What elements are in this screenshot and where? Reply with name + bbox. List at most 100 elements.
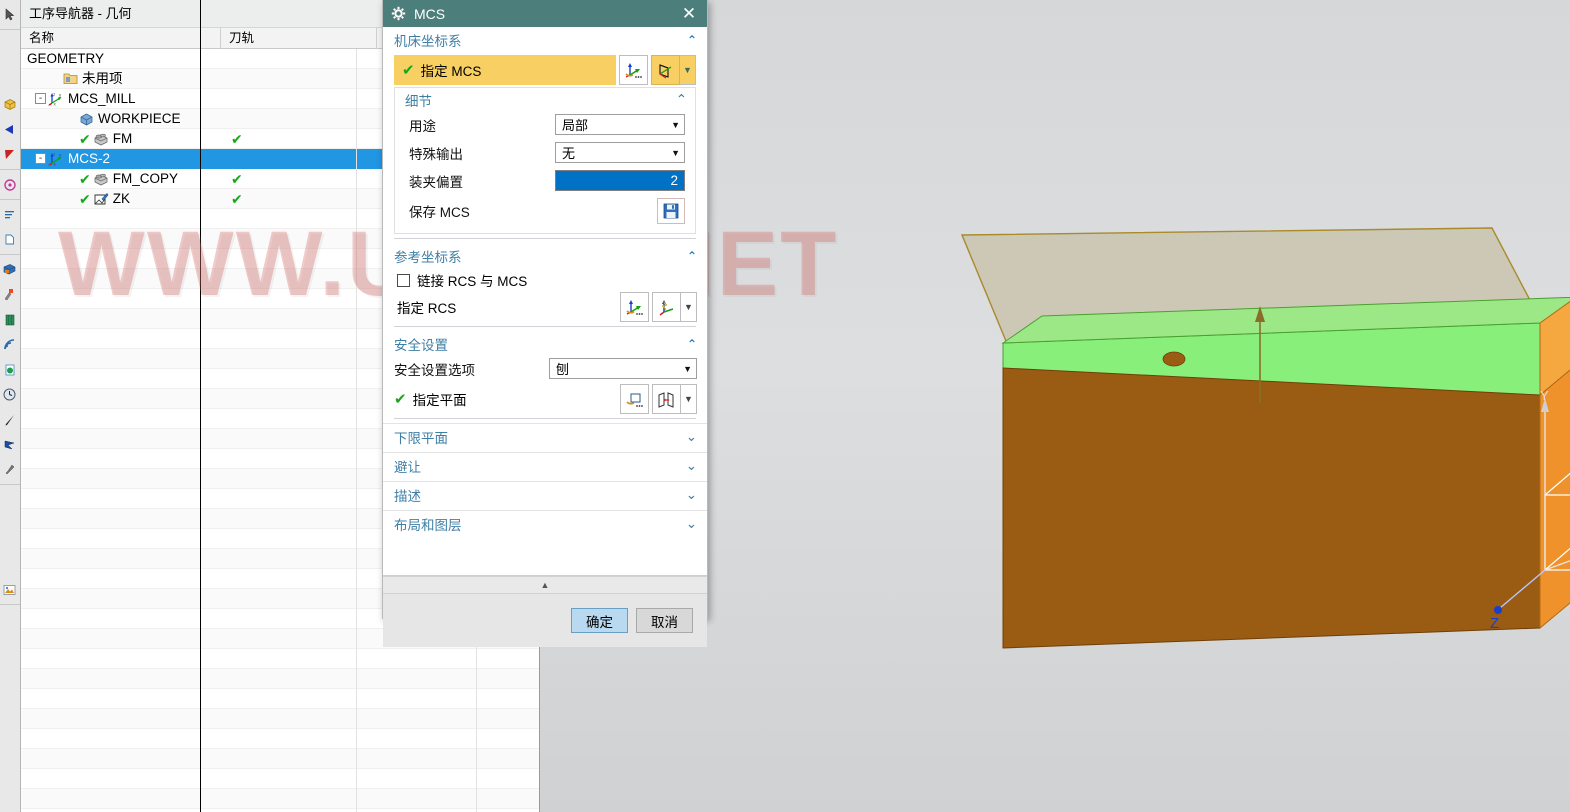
group-header-safety[interactable]: 安全设置 ⌃ [383, 331, 707, 356]
purpose-value: 局部 [562, 118, 589, 133]
check-icon: ✔ [402, 61, 415, 79]
plane-dropdown-caret[interactable]: ▼ [681, 384, 697, 414]
link-rcs-mcs-label: 链接 RCS 与 MCS [417, 274, 528, 289]
group-label-safety: 安全设置 [394, 337, 448, 353]
link-rcs-mcs-checkbox[interactable] [397, 273, 410, 287]
play-left-icon[interactable] [0, 117, 19, 142]
tree-row-empty[interactable] [21, 749, 539, 769]
fixture-offset-label: 装夹偏置 [409, 174, 463, 190]
dialog-title-bar[interactable]: MCS ✕ [383, 0, 707, 27]
block-icon[interactable] [0, 257, 19, 282]
chevron-down-icon: ▼ [671, 147, 680, 158]
tree-row-empty[interactable] [21, 769, 539, 789]
rcs-manipulator-icon[interactable] [652, 292, 681, 322]
safety-option-select[interactable]: 刨 ▼ [549, 358, 697, 379]
plane-dialog-icon[interactable] [620, 384, 649, 414]
chevron-up-icon-safety: ⌃ [686, 336, 697, 351]
image-icon[interactable] [0, 577, 19, 602]
book-icon[interactable] [0, 307, 19, 332]
specify-mcs-field[interactable]: ✔ 指定 MCS [394, 55, 616, 85]
special-output-select[interactable]: 无 ▼ [555, 142, 685, 163]
arrow-icon[interactable] [0, 432, 19, 457]
csys-dialog-icon[interactable] [619, 55, 648, 85]
dialog-resize-handle[interactable]: ▲ [383, 576, 707, 594]
svg-text:z: z [53, 92, 56, 97]
clock-icon[interactable] [0, 382, 19, 407]
tree-row-toolpath: ✔ [221, 189, 377, 209]
tree-row-empty[interactable] [21, 669, 539, 689]
special-output-label: 特殊输出 [409, 146, 463, 162]
detail-header[interactable]: 细节 ⌃ [395, 88, 695, 112]
drill-icon [93, 192, 109, 206]
tree-item-label: GEOMETRY [27, 50, 105, 66]
cube-icon[interactable] [0, 92, 19, 117]
tree-item-label: MCS-2 [68, 150, 111, 166]
globe-icon[interactable] [0, 357, 19, 382]
purpose-select[interactable]: 局部 ▼ [555, 114, 685, 135]
tree-row-empty[interactable] [21, 729, 539, 749]
list-icon[interactable] [0, 202, 19, 227]
chevron-down-icon: ⌄ [685, 458, 697, 473]
check-icon: ✔ [79, 170, 91, 187]
tree-row-name: ✔ FM [21, 129, 221, 149]
specify-rcs-label: 指定 RCS [397, 301, 457, 316]
tree-expander[interactable]: - [35, 93, 46, 104]
cancel-button[interactable]: 取消 [636, 608, 693, 633]
svg-text:z: z [53, 152, 56, 157]
group-label-machine-cs: 机床坐标系 [394, 33, 462, 49]
collapsed-group-0[interactable]: 下限平面 ⌄ [383, 423, 707, 450]
specify-rcs-row: 指定 RCS ▼ [383, 292, 707, 322]
mcs-dropdown-caret[interactable]: ▼ [680, 55, 696, 85]
specify-plane-label-wrap: ✔ 指定平面 [394, 389, 617, 409]
column-header-name[interactable]: 名称 [21, 27, 221, 49]
workpiece-icon [79, 112, 94, 126]
collapsed-groups: 下限平面 ⌄ 避让 ⌄ 描述 ⌄ 布局和图层 ⌄ [383, 423, 707, 537]
group-header-reference-cs[interactable]: 参考坐标系 ⌃ [383, 243, 707, 268]
tree-row-name: ✔ ZK [21, 189, 221, 209]
column-header-toolpath[interactable]: 刀轨 [221, 27, 377, 49]
tree-row-empty[interactable] [21, 689, 539, 709]
group-header-machine-cs[interactable]: 机床坐标系 ⌃ [383, 27, 707, 52]
tool-icon[interactable] [0, 282, 19, 307]
tree-row-toolpath [221, 89, 377, 109]
specify-plane-row: ✔ 指定平面 ▼ [383, 384, 707, 414]
svg-text:y: y [59, 92, 62, 97]
collapsed-group-label: 布局和图层 [394, 518, 462, 533]
tree-expander[interactable]: - [35, 153, 46, 164]
left-toolbar [0, 0, 21, 812]
tree-row-empty[interactable] [21, 789, 539, 809]
special-output-field-row: 特殊输出 无 ▼ [395, 140, 695, 165]
page-icon[interactable] [0, 227, 19, 252]
plane-manipulator-icon[interactable] [652, 384, 681, 414]
flag-icon[interactable] [0, 142, 19, 167]
mcs-dialog[interactable]: MCS ✕ 机床坐标系 ⌃ ✔ 指定 MCS ▼ 细节 ⌃ 用途 局部 ▼ 特殊… [382, 0, 708, 647]
fixture-offset-input[interactable]: 2 [555, 170, 685, 191]
rcs-csys-dialog-icon[interactable] [620, 292, 649, 322]
chevron-up-icon: ⌃ [686, 32, 697, 47]
group-label-reference-cs: 参考坐标系 [394, 249, 462, 265]
specify-mcs-row: ✔ 指定 MCS ▼ [394, 55, 696, 85]
chevron-down-icon: ▼ [683, 363, 692, 374]
tree-item-label: WORKPIECE [98, 110, 181, 126]
ok-button[interactable]: 确定 [571, 608, 628, 633]
link-rcs-mcs-row: 链接 RCS 与 MCS [383, 268, 707, 292]
pen-icon[interactable] [0, 407, 19, 432]
collapsed-group-2[interactable]: 描述 ⌄ [383, 481, 707, 508]
pointer-icon[interactable] [0, 2, 19, 27]
toolpath-check-icon: ✔ [231, 130, 243, 147]
target-icon[interactable] [0, 172, 19, 197]
rcs-dropdown-caret[interactable]: ▼ [681, 292, 697, 322]
collapsed-group-3[interactable]: 布局和图层 ⌄ [383, 510, 707, 537]
wave-icon[interactable] [0, 332, 19, 357]
chevron-down-icon: ⌄ [685, 516, 697, 531]
save-icon[interactable] [657, 198, 685, 224]
collapsed-group-label: 描述 [394, 489, 421, 504]
collapsed-group-1[interactable]: 避让 ⌄ [383, 452, 707, 479]
dialog-body: 机床坐标系 ⌃ ✔ 指定 MCS ▼ 细节 ⌃ 用途 局部 ▼ 特殊输出 无 ▼… [383, 27, 707, 576]
wrench-icon[interactable] [0, 457, 19, 482]
tree-row-empty[interactable] [21, 709, 539, 729]
toolbar-group-2 [0, 90, 20, 170]
csys-manipulator-icon[interactable] [651, 55, 680, 85]
tree-row-empty[interactable] [21, 649, 539, 669]
close-icon[interactable]: ✕ [677, 2, 701, 26]
